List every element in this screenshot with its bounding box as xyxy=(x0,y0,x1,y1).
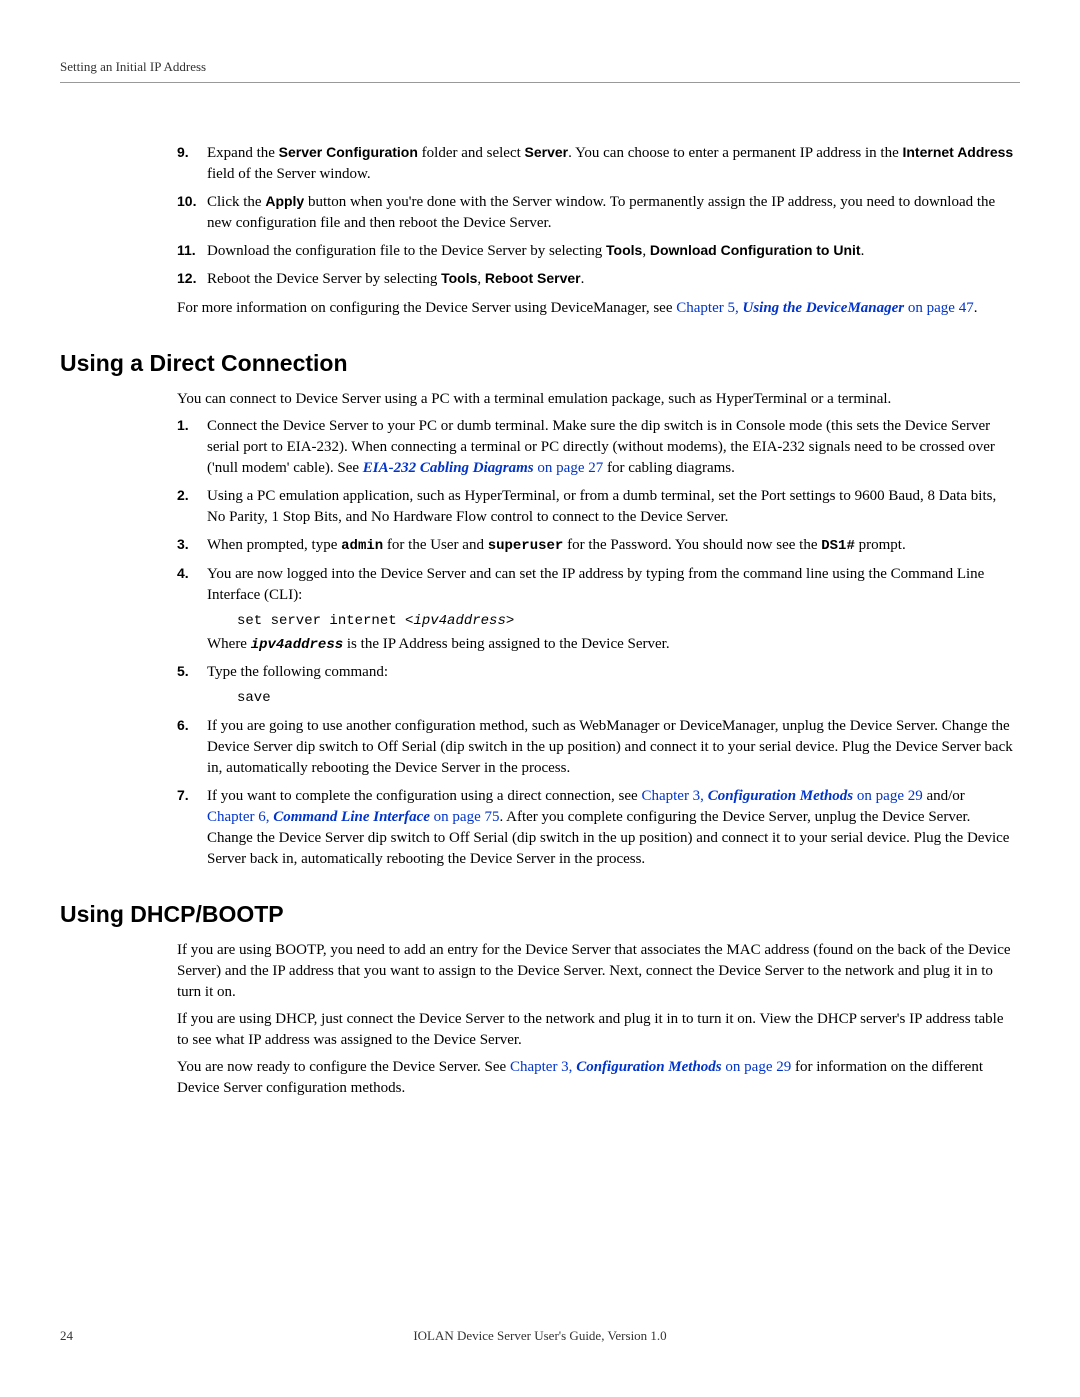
code-text: > xyxy=(506,613,514,629)
ui-label: Server Configuration xyxy=(279,144,418,160)
step-number: 7. xyxy=(177,786,189,806)
paragraph: If you are using DHCP, just connect the … xyxy=(177,1009,1015,1051)
page-number: 24 xyxy=(60,1327,73,1345)
cross-ref-link[interactable]: Chapter 3, xyxy=(641,788,707,804)
cross-ref-link[interactable]: on page 27 xyxy=(534,460,604,476)
step-text: for cabling diagrams. xyxy=(603,460,735,476)
step-text: . xyxy=(581,271,585,287)
step-4: 4. You are now logged into the Device Se… xyxy=(177,564,1015,655)
code-block: set server internet <ipv4address> xyxy=(237,610,1015,632)
cross-ref-link[interactable]: EIA-232 Cabling Diagrams xyxy=(363,460,534,476)
step-11: 11. Download the configuration file to t… xyxy=(177,241,1015,262)
cross-ref-link[interactable]: on page 29 xyxy=(853,788,923,804)
step-number: 6. xyxy=(177,716,189,736)
step-2: 2. Using a PC emulation application, suc… xyxy=(177,486,1015,528)
code-text: superuser xyxy=(488,538,564,554)
step-text: If you want to complete the configuratio… xyxy=(207,788,641,804)
step-number: 2. xyxy=(177,486,189,506)
step-3: 3. When prompted, type admin for the Use… xyxy=(177,535,1015,557)
page-header: Setting an Initial IP Address xyxy=(60,58,1020,83)
footer-text: IOLAN Device Server User's Guide, Versio… xyxy=(413,1328,666,1343)
code-text: save xyxy=(237,690,271,706)
section-heading-dhcp-bootp: Using DHCP/BOOTP xyxy=(60,898,1020,930)
ui-label: Tools xyxy=(441,270,477,286)
ui-label: Tools xyxy=(606,242,642,258)
ui-label: Reboot Server xyxy=(485,270,581,286)
paragraph: You can connect to Device Server using a… xyxy=(177,389,1015,410)
cross-ref-link[interactable]: on page 75 xyxy=(430,809,500,825)
ui-label: Download Configuration to Unit xyxy=(650,242,861,258)
step-text: Where xyxy=(207,636,251,652)
cross-ref-link[interactable]: Chapter 6, xyxy=(207,809,273,825)
cross-ref-link[interactable]: Chapter 3, xyxy=(510,1059,576,1075)
step-number: 12. xyxy=(177,269,196,289)
step-9: 9. Expand the Server Configuration folde… xyxy=(177,143,1015,185)
step-number: 1. xyxy=(177,416,189,436)
step-text: Type the following command: xyxy=(207,664,388,680)
cross-ref-link[interactable]: Using the DeviceManager xyxy=(742,300,904,316)
step-6: 6. If you are going to use another confi… xyxy=(177,716,1015,779)
paragraph: You are now ready to configure the Devic… xyxy=(177,1057,1015,1099)
code-variable: ipv4address xyxy=(251,637,343,653)
step-7: 7. If you want to complete the configura… xyxy=(177,786,1015,870)
step-10: 10. Click the Apply button when you're d… xyxy=(177,192,1015,234)
step-text: If you are going to use another configur… xyxy=(207,718,1013,776)
page-footer: 24 IOLAN Device Server User's Guide, Ver… xyxy=(0,1327,1080,1345)
step-text: , xyxy=(642,243,650,259)
section-heading-direct-connection: Using a Direct Connection xyxy=(60,347,1020,379)
step-12: 12. Reboot the Device Server by selectin… xyxy=(177,269,1015,290)
cross-ref-link[interactable]: on page 47 xyxy=(904,300,974,316)
paragraph: If you are using BOOTP, you need to add … xyxy=(177,940,1015,1003)
code-variable: ipv4address xyxy=(413,613,505,629)
step-text: for the Password. You should now see the xyxy=(563,537,821,553)
code-text: admin xyxy=(341,538,383,554)
step-1: 1. Connect the Device Server to your PC … xyxy=(177,416,1015,479)
step-number: 11. xyxy=(177,241,196,261)
step-text: prompt. xyxy=(855,537,906,553)
cross-ref-link[interactable]: Configuration Methods xyxy=(708,788,853,804)
step-text: Using a PC emulation application, such a… xyxy=(207,488,996,525)
step-number: 10. xyxy=(177,192,196,212)
step-5: 5. Type the following command: save xyxy=(177,662,1015,709)
cross-ref-link[interactable]: Command Line Interface xyxy=(273,809,430,825)
step-text: When prompted, type xyxy=(207,537,341,553)
step-number: 5. xyxy=(177,662,189,682)
step-number: 3. xyxy=(177,535,189,555)
ui-label: Server xyxy=(525,144,569,160)
step-text: field of the Server window. xyxy=(207,166,371,182)
step-text: Expand the xyxy=(207,145,279,161)
step-text: Reboot the Device Server by selecting xyxy=(207,271,441,287)
step-list-1: 9. Expand the Server Configuration folde… xyxy=(177,143,1015,290)
text: You are now ready to configure the Devic… xyxy=(177,1059,510,1075)
step-text: button when you're done with the Server … xyxy=(207,194,995,231)
step-text: . You can choose to enter a permanent IP… xyxy=(568,145,902,161)
step-text: Click the xyxy=(207,194,265,210)
step-text: for the User and xyxy=(383,537,488,553)
code-block: save xyxy=(237,687,1015,709)
ui-label: Apply xyxy=(265,193,304,209)
code-text: set server internet < xyxy=(237,613,413,629)
step-list-2: 1. Connect the Device Server to your PC … xyxy=(177,416,1015,869)
cross-ref-link[interactable]: Configuration Methods xyxy=(576,1059,721,1075)
step-text: , xyxy=(477,271,485,287)
cross-ref-link[interactable]: Chapter 5, xyxy=(676,300,742,316)
cross-ref-link[interactable]: on page 29 xyxy=(722,1059,792,1075)
text: For more information on configuring the … xyxy=(177,300,676,316)
step-text: folder and select xyxy=(418,145,525,161)
paragraph: For more information on configuring the … xyxy=(177,298,1015,319)
ui-label: Internet Address xyxy=(902,144,1013,160)
step-text: and/or xyxy=(923,788,965,804)
text: . xyxy=(974,300,978,316)
step-number: 4. xyxy=(177,564,189,584)
step-number: 9. xyxy=(177,143,189,163)
code-text: DS1# xyxy=(821,538,855,554)
step-text: is the IP Address being assigned to the … xyxy=(343,636,669,652)
step-text: . xyxy=(861,243,865,259)
step-text: Download the configuration file to the D… xyxy=(207,243,606,259)
step-text: You are now logged into the Device Serve… xyxy=(207,566,984,603)
